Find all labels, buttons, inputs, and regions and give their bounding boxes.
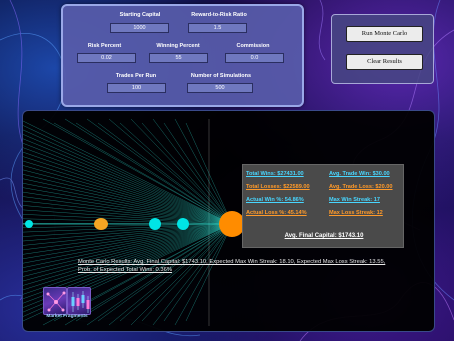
avg-trade-loss-stat: Avg. Trade Loss: $20.00	[329, 184, 393, 190]
path-line	[23, 196, 233, 225]
starting-capital-label: Starting Capital	[119, 12, 161, 18]
path-line	[130, 118, 233, 225]
path-line	[23, 120, 233, 225]
num-simulations-label: Number of Simulations	[190, 73, 252, 79]
path-line	[23, 151, 233, 225]
logo-text: Market Fragments	[46, 314, 88, 319]
risk-percent-label: Risk Percent	[87, 43, 122, 49]
stats-box: Total Wins: $27431.00 Avg. Trade Win: $3…	[242, 164, 404, 248]
clear-results-button[interactable]: Clear Results	[346, 54, 423, 70]
path-line	[23, 223, 233, 286]
max-loss-streak-stat: Max Loss Streak: 12	[329, 210, 383, 216]
market-fragments-logo: Market Fragments	[41, 287, 91, 323]
results-summary: Monte Carlo Results: Avg. Final Capital:…	[78, 259, 386, 273]
path-line	[23, 134, 233, 225]
settings-panel: Starting Capital 1000 Reward-to-Risk Rat…	[61, 4, 304, 107]
commission-label: Commission	[236, 43, 270, 49]
num-simulations-input[interactable]: 500	[187, 83, 253, 93]
win-node	[177, 218, 189, 230]
start-node	[25, 220, 33, 228]
reward-to-risk-input[interactable]: 1.5	[188, 23, 247, 33]
actions-panel: Run Monte Carlo Clear Results	[331, 14, 434, 84]
risk-percent-input[interactable]: 0.02	[77, 53, 136, 63]
logo-tile-right	[67, 287, 91, 315]
winning-percent-label: Winning Percent	[156, 43, 200, 49]
path-line	[23, 223, 233, 259]
trades-per-run-label: Trades Per Run	[115, 73, 157, 79]
commission-input[interactable]: 0.0	[225, 53, 284, 63]
path-line	[130, 223, 233, 326]
starting-capital-input[interactable]: 1000	[110, 23, 169, 33]
avg-final-capital: Avg. Final Capital: $1743.10	[284, 233, 364, 239]
actual-win-pct-stat: Actual Win %: 54.86%	[246, 197, 304, 203]
path-line	[23, 129, 233, 225]
path-line	[23, 174, 233, 225]
path-line	[23, 138, 233, 225]
logo-tile-left	[43, 287, 67, 315]
winning-percent-input[interactable]: 55	[149, 53, 208, 63]
path-line	[23, 165, 233, 225]
total-losses-stat: Total Losses: $22589.00	[246, 184, 310, 190]
loss-node	[94, 218, 108, 230]
results-area: Total Wins: $27431.00 Avg. Trade Win: $3…	[22, 110, 435, 332]
trades-per-run-input[interactable]: 100	[107, 83, 166, 93]
path-line	[23, 125, 233, 225]
max-win-streak-stat: Max Win Streak: 17	[329, 197, 380, 203]
actual-loss-pct-stat: Actual Loss %: 45.14%	[246, 210, 307, 216]
win-node	[149, 218, 161, 230]
run-monte-carlo-button[interactable]: Run Monte Carlo	[346, 26, 423, 42]
path-line	[119, 122, 233, 225]
candlestick-icon	[71, 291, 90, 313]
path-line	[53, 122, 233, 225]
path-line	[23, 187, 233, 225]
reward-to-risk-label: Reward-to-Risk Ratio	[191, 12, 247, 18]
total-wins-stat: Total Wins: $27431.00	[246, 171, 304, 177]
avg-trade-win-stat: Avg. Trade Win: $30.00	[329, 171, 390, 177]
network-icon	[46, 291, 66, 312]
